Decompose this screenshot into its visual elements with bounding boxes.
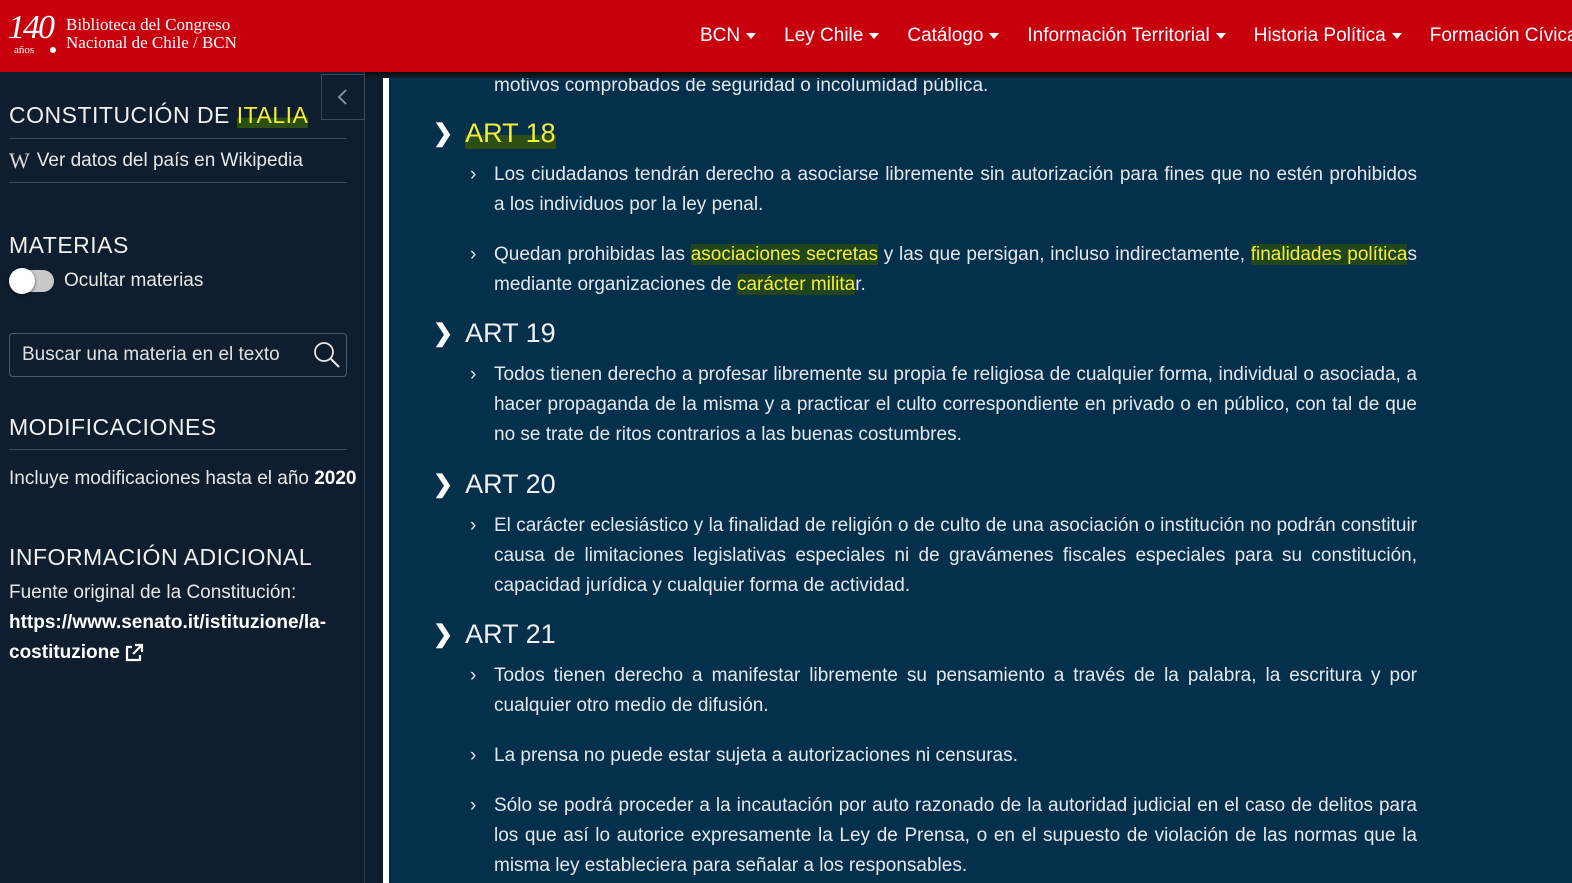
modificaciones-year: 2020 xyxy=(314,468,357,489)
wikipedia-icon: W xyxy=(9,148,30,173)
fuente-link[interactable]: https://www.senato.it/istituzione/la- co… xyxy=(9,612,326,663)
chevron-left-icon xyxy=(337,89,347,105)
chevron-right-icon: ❯ xyxy=(433,471,454,498)
external-link-icon xyxy=(125,643,143,662)
wikipedia-link-label: Ver datos del país en Wikipedia xyxy=(36,150,303,171)
informacion-adicional-heading: INFORMACIÓN ADICIONAL xyxy=(9,544,313,570)
chevron-right-icon: › xyxy=(470,244,477,265)
logo-anos: años xyxy=(14,44,35,56)
bcn-logo[interactable]: 140 años Biblioteca del Congreso Naciona… xyxy=(6,6,237,62)
materia-highlight[interactable]: carácter milita xyxy=(736,274,856,295)
informacion-adicional-text: Fuente original de la Constitución: http… xyxy=(9,578,326,668)
caret-down-icon xyxy=(869,33,880,39)
article-21-header[interactable]: ❯ ART 21 xyxy=(433,619,556,650)
nav-item-ley-chile[interactable]: Ley Chile xyxy=(784,25,880,47)
article-20-header[interactable]: ❯ ART 20 xyxy=(433,469,556,500)
chevron-right-icon: › xyxy=(470,164,477,185)
materia-highlight[interactable]: finalidades política xyxy=(1250,244,1408,265)
modificaciones-heading: MODIFICACIONES xyxy=(9,414,217,440)
article-21-paragraph-1: › Todos tienen derecho a manifestar libr… xyxy=(470,661,1417,721)
nav-label: Catálogo xyxy=(907,25,984,46)
logo-dot-icon xyxy=(50,47,56,53)
nav-item-catalogo[interactable]: Catálogo xyxy=(907,25,1000,47)
divider xyxy=(9,138,347,139)
hide-materias-toggle[interactable] xyxy=(9,268,54,294)
article-20-label: ART 20 xyxy=(465,469,556,499)
article-21-paragraph-2: › La prensa no puede estar sujeta a auto… xyxy=(470,741,1417,771)
caret-down-icon xyxy=(746,33,757,39)
materia-highlight[interactable]: asociaciones secretas xyxy=(690,244,879,265)
chevron-right-icon: ❯ xyxy=(433,120,454,147)
paragraph-text: Todos tienen derecho a manifestar librem… xyxy=(494,665,1417,716)
paragraph-text: y las que persigan, incluso indirectamen… xyxy=(878,244,1251,265)
logo-line-1: Biblioteca del Congreso xyxy=(66,15,231,34)
logo-140-mark: 140 años xyxy=(6,6,60,62)
search-icon[interactable] xyxy=(312,340,342,370)
materia-search-input[interactable] xyxy=(22,344,302,366)
chevron-right-icon: › xyxy=(470,745,477,766)
title-prefix: CONSTITUCIÓN DE xyxy=(9,102,237,128)
divider xyxy=(9,182,347,183)
article-19-header[interactable]: ❯ ART 19 xyxy=(433,318,556,349)
chevron-right-icon: › xyxy=(470,515,477,536)
article-19-label: ART 19 xyxy=(465,318,556,348)
chevron-right-icon: ❯ xyxy=(433,621,454,648)
logo-line-2: Nacional de Chile / BCN xyxy=(66,33,237,52)
toggle-knob xyxy=(9,268,35,294)
materia-search-box xyxy=(9,333,347,377)
caret-down-icon xyxy=(989,33,1000,39)
paragraph-tail: motivos comprobados de seguridad o incol… xyxy=(494,78,989,96)
sidebar: CONSTITUCIÓN DE ITALIA W Ver datos del p… xyxy=(0,72,365,883)
caret-down-icon xyxy=(1391,33,1402,39)
paragraph-text: r. xyxy=(855,274,866,295)
nav-label: Formación Cívica xyxy=(1429,25,1572,46)
article-18-paragraph-2: › Quedan prohibidas las asociaciones sec… xyxy=(470,240,1417,300)
nav-item-informacion-territorial[interactable]: Información Territorial xyxy=(1027,25,1226,47)
paragraph-text: El carácter eclesiástico y la finalidad … xyxy=(494,515,1417,596)
wikipedia-link[interactable]: W Ver datos del país en Wikipedia xyxy=(9,148,303,174)
article-21-label: ART 21 xyxy=(465,619,556,649)
article-18-label: ART 18 xyxy=(465,118,556,149)
chevron-right-icon: › xyxy=(470,795,477,816)
nav-label: Historia Política xyxy=(1253,25,1386,46)
fuente-link-line-1: https://www.senato.it/istituzione/la- xyxy=(9,612,327,633)
nav-label: Información Territorial xyxy=(1027,25,1210,46)
toggle-label: Ocultar materias xyxy=(64,270,204,291)
caret-down-icon xyxy=(1215,33,1226,39)
nav-label: Ley Chile xyxy=(784,25,864,46)
modificaciones-text: Incluye modificaciones hasta el año 2020 xyxy=(9,464,357,494)
modificaciones-label: Incluye modificaciones hasta el año xyxy=(9,468,315,489)
paragraph-text: La prensa no puede estar sujeta a autori… xyxy=(494,745,1018,766)
top-navbar: 140 años Biblioteca del Congreso Naciona… xyxy=(0,0,1572,72)
chevron-right-icon: › xyxy=(470,364,477,385)
paragraph-text: Quedan prohibidas las xyxy=(494,244,691,265)
title-country: ITALIA xyxy=(236,102,309,128)
article-18-header[interactable]: ❯ ART 18 xyxy=(433,118,556,149)
paragraph-text: Todos tienen derecho a profesar libremen… xyxy=(494,364,1417,445)
chevron-right-icon: ❯ xyxy=(433,320,454,347)
constitution-content: motivos comprobados de seguridad o incol… xyxy=(389,78,1572,883)
nav-item-bcn[interactable]: BCN xyxy=(700,25,757,47)
divider xyxy=(9,449,347,450)
article-19-paragraph-1: › Todos tienen derecho a profesar librem… xyxy=(470,360,1417,450)
materias-heading: MATERIAS xyxy=(9,232,129,258)
article-20-paragraph-1: › El carácter eclesiástico y la finalida… xyxy=(470,511,1417,601)
paragraph-text: Sólo se podrá proceder a la incautación … xyxy=(494,795,1417,876)
article-18-paragraph-1: › Los ciudadanos tendrán derecho a asoci… xyxy=(470,160,1417,220)
main-nav: BCN Ley Chile Catálogo Información Terri… xyxy=(700,0,1572,72)
nav-label: BCN xyxy=(700,25,741,46)
logo-text: Biblioteca del Congreso Nacional de Chil… xyxy=(66,16,237,52)
constitution-title: CONSTITUCIÓN DE ITALIA xyxy=(9,102,309,129)
article-21-paragraph-3: › Sólo se podrá proceder a la incautació… xyxy=(470,791,1417,881)
sidebar-collapse-button[interactable] xyxy=(321,74,365,120)
fuente-link-line-2: costituzione xyxy=(9,642,120,663)
nav-item-historia-politica[interactable]: Historia Política xyxy=(1254,25,1402,47)
hide-materias-toggle-row: Ocultar materias xyxy=(9,268,204,294)
chevron-right-icon: › xyxy=(470,665,477,686)
paragraph-text: Los ciudadanos tendrán derecho a asociar… xyxy=(494,164,1417,215)
fuente-label: Fuente original de la Constitución: xyxy=(9,582,297,603)
nav-item-formacion-civica[interactable]: Formación Cívica xyxy=(1430,25,1572,47)
